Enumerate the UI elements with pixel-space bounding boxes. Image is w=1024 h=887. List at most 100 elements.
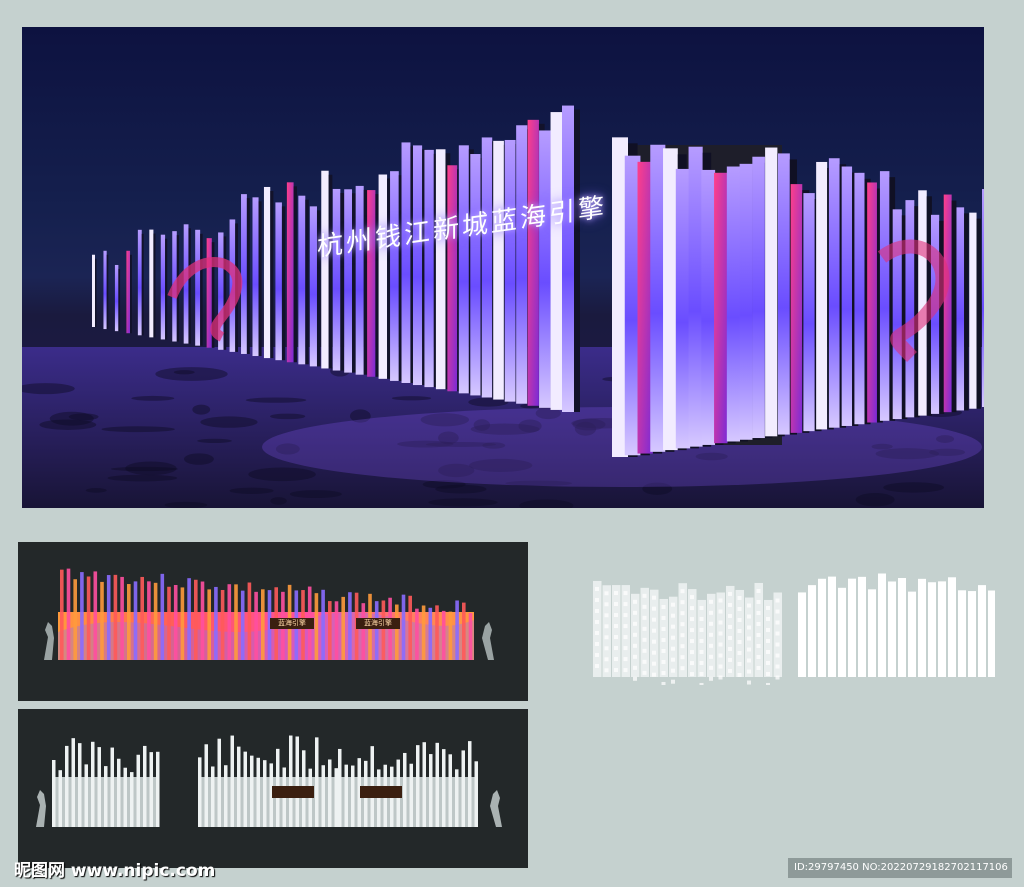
pattern-dot: [690, 595, 694, 600]
light-fin: [765, 147, 778, 437]
patterned-fin: [697, 599, 706, 677]
elevation-fin: [73, 579, 77, 660]
light-fin: [816, 161, 828, 430]
pattern-dot: [661, 626, 666, 631]
light-fin: [298, 195, 306, 365]
floor-stain: [229, 487, 274, 494]
light-fin: [321, 170, 329, 369]
pattern-dot: [652, 639, 656, 644]
elevation-fin: [348, 592, 352, 660]
elevation-fin: [147, 581, 151, 660]
floor-stain: [270, 497, 287, 505]
elevation-fin: [167, 586, 171, 660]
pattern-dot: [604, 668, 609, 673]
light-fin: [828, 158, 840, 428]
plain-fin: [898, 578, 906, 677]
pattern-dot: [642, 659, 647, 664]
fin-shadow: [976, 218, 981, 409]
pattern-dot: [595, 608, 599, 613]
white-fin: [136, 754, 140, 827]
light-fin: [447, 165, 458, 392]
pattern-dot: [775, 664, 780, 669]
pattern-dot: [709, 610, 713, 615]
pattern-dot: [633, 632, 637, 637]
pattern-dot: [709, 621, 713, 626]
light-fin: [905, 200, 915, 418]
elevation-fin: [100, 581, 104, 660]
plain-fin: [838, 587, 846, 677]
pattern-dot: [652, 661, 656, 666]
light-fin: [390, 171, 399, 381]
pattern-dot: [728, 657, 732, 662]
pattern-dot: [747, 636, 751, 641]
pattern-dot: [680, 589, 685, 594]
pattern-dot: [671, 613, 675, 618]
fin-shadow: [293, 186, 297, 363]
pattern-dot: [661, 615, 666, 620]
pattern-dot: [595, 597, 599, 602]
white-fin: [448, 754, 452, 827]
elevation-fin: [120, 576, 124, 660]
fin-shadow: [200, 233, 203, 346]
pattern-dot: [633, 676, 637, 681]
white-fin: [58, 770, 62, 827]
fin-shadow: [141, 233, 144, 336]
fin-shadow: [153, 233, 156, 338]
pattern-dot: [595, 652, 599, 657]
floor-stain: [101, 426, 175, 433]
white-fin: [403, 752, 407, 827]
pattern-dot: [699, 616, 704, 621]
pattern-dot: [680, 644, 685, 649]
light-fin: [114, 264, 119, 332]
pattern-dot: [680, 666, 685, 671]
floor-stain: [85, 488, 107, 493]
white-fin: [416, 745, 420, 827]
render-scene: [22, 105, 984, 508]
plain-fin: [988, 590, 995, 677]
white-elevation-panel: [18, 709, 528, 868]
light-fin: [435, 149, 446, 390]
elevation-fin: [254, 591, 258, 660]
plain-fin: [948, 577, 956, 677]
pattern-dot: [604, 613, 609, 618]
pattern-dot: [652, 650, 656, 655]
light-fin: [160, 234, 166, 340]
floor-stain: [197, 438, 232, 443]
pattern-dot: [690, 661, 694, 666]
pattern-dot: [699, 660, 704, 665]
patterned-fin: [593, 580, 602, 677]
floor-stain: [391, 396, 432, 401]
pattern-dot: [699, 682, 704, 685]
white-fin: [344, 764, 348, 827]
white-fin: [97, 747, 101, 827]
pattern-dot: [737, 617, 742, 622]
white-fin: [328, 759, 332, 827]
floor-stain: [289, 490, 342, 499]
pattern-dot: [728, 668, 732, 673]
pattern-dot: [614, 635, 618, 640]
plain-fin: [848, 578, 856, 677]
pattern-dot: [775, 598, 780, 603]
pattern-dot: [756, 654, 761, 659]
pattern-dot: [614, 591, 618, 596]
plain-fin: [818, 578, 826, 677]
pattern-dot: [737, 606, 742, 611]
pattern-dot: [595, 663, 599, 668]
pattern-dot: [690, 650, 694, 655]
elevation-fin: [455, 600, 459, 660]
fin-shadow: [328, 174, 333, 369]
patterned-fin: [612, 585, 621, 677]
elevation-fin: [341, 596, 345, 660]
pattern-dot: [633, 599, 637, 604]
white-fin: [295, 736, 299, 827]
pattern-dot: [595, 619, 599, 624]
pattern-dot: [737, 672, 742, 677]
pattern-dot: [737, 628, 742, 633]
white-fin: [110, 747, 114, 827]
elevation-fin: [247, 582, 252, 660]
white-fin: [429, 754, 433, 827]
white-fin: [71, 738, 75, 827]
pattern-dot: [756, 665, 761, 670]
fin-shadow: [246, 198, 250, 354]
elevation-fin: [140, 576, 144, 660]
